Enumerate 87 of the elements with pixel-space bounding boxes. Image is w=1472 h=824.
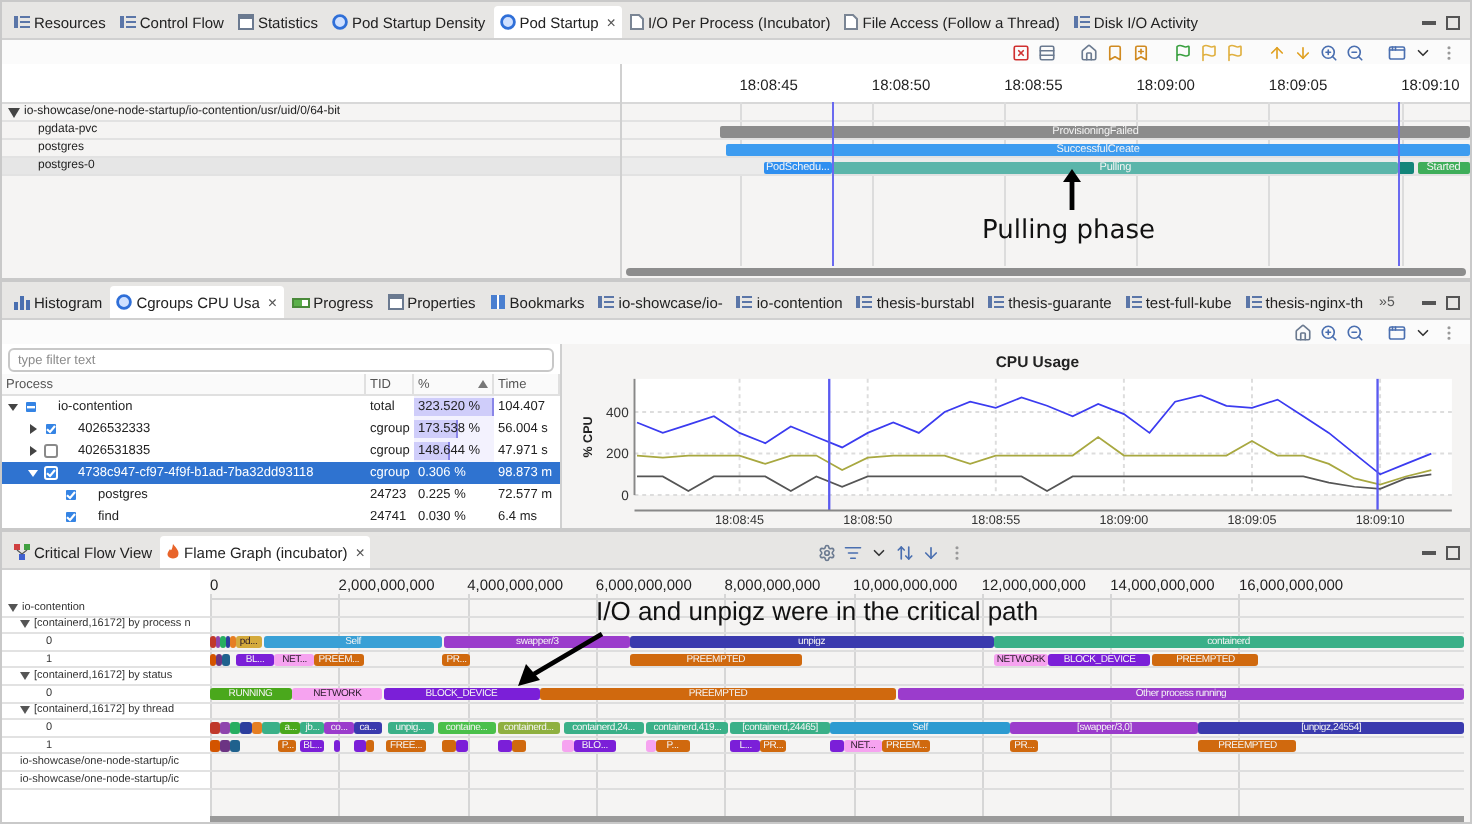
flame-bar[interactable]: [498, 739, 512, 752]
flame-bar[interactable]: [220, 722, 231, 735]
minimize-icon[interactable]: [1422, 545, 1437, 559]
flame-bar[interactable]: [442, 739, 457, 752]
flame-bar[interactable]: [222, 653, 230, 666]
flame-bar[interactable]: [251, 722, 262, 735]
flame-bar[interactable]: [230, 722, 241, 735]
expand-icon[interactable]: [8, 603, 18, 612]
home-icon[interactable]: [1294, 323, 1312, 341]
flame-bar[interactable]: [829, 739, 844, 752]
progress-icon: [291, 295, 310, 309]
zoom-out-icon[interactable]: [1346, 43, 1364, 61]
zoom-out-icon[interactable]: [1346, 323, 1364, 341]
checkbox[interactable]: [44, 444, 58, 458]
zoom-in-icon[interactable]: [1320, 43, 1338, 61]
sort-icon: [478, 380, 488, 388]
list-icon: [14, 14, 30, 30]
flame-bar[interactable]: [215, 636, 221, 649]
sort-icon[interactable]: [896, 543, 915, 561]
flame-bar[interactable]: [229, 739, 240, 752]
window-icon: [237, 14, 254, 30]
flame-bar[interactable]: [511, 739, 526, 752]
annotation-arrow: [1062, 168, 1082, 212]
expand-icon[interactable]: [20, 672, 30, 681]
bookmark-icon[interactable]: [1106, 43, 1124, 61]
home-icon[interactable]: [1080, 43, 1098, 61]
maximize-icon[interactable]: [1446, 15, 1460, 29]
book-icon: [489, 294, 506, 310]
list-icon: [1125, 294, 1142, 310]
network-icon: [14, 544, 30, 560]
window-icon: [387, 294, 404, 310]
scrollbar[interactable]: [626, 268, 1466, 276]
bar-chart-icon: [14, 294, 30, 310]
flame-bar[interactable]: [334, 739, 341, 752]
expand-icon[interactable]: [20, 620, 30, 629]
list-icon: [598, 294, 615, 310]
flame-bar[interactable]: [210, 653, 217, 666]
annotation-arrow: [516, 632, 604, 688]
maximize-icon[interactable]: [1446, 545, 1461, 559]
document-icon: [844, 14, 859, 30]
flame-bar[interactable]: [225, 636, 231, 649]
gear-icon[interactable]: [818, 543, 837, 561]
time-cursor[interactable]: [1398, 102, 1401, 266]
time-cursor[interactable]: [832, 102, 835, 266]
window-icon[interactable]: [1388, 43, 1406, 61]
annotation-text: I/O and unpigz were in the critical path: [596, 596, 1039, 626]
list-icon: [856, 294, 873, 310]
flame-bar[interactable]: [240, 722, 252, 735]
expand-icon[interactable]: [28, 468, 38, 478]
bookmark-plus-icon[interactable]: [1132, 43, 1150, 61]
annotation-text: Pulling phase: [982, 216, 1156, 246]
circle-icon: [116, 294, 133, 310]
circle-icon: [499, 14, 516, 30]
time-cursor[interactable]: [828, 378, 831, 511]
circle-icon: [331, 14, 348, 30]
expand-icon[interactable]: [8, 402, 18, 412]
chart-title: CPU Usage: [995, 353, 1080, 372]
flame-bar[interactable]: [219, 739, 230, 752]
x-square-icon[interactable]: [1012, 43, 1030, 61]
flame-bar[interactable]: [210, 722, 221, 735]
filter-icon[interactable]: [844, 543, 863, 561]
flame-bar[interactable]: [365, 739, 374, 752]
expand-icon[interactable]: [28, 424, 38, 434]
list-icon: [119, 14, 136, 30]
flame-bar[interactable]: [210, 636, 216, 649]
flame-bar[interactable]: [456, 739, 469, 752]
arrow-down-icon[interactable]: [922, 543, 941, 561]
flame-bar[interactable]: [216, 653, 223, 666]
document-icon: [629, 14, 644, 30]
close-button[interactable]: ×: [263, 293, 278, 311]
maximize-icon[interactable]: [1446, 295, 1460, 309]
list-icon: [736, 294, 753, 310]
list-icon: [1073, 14, 1090, 30]
expand-icon[interactable]: [28, 446, 38, 456]
flame-bar[interactable]: [210, 739, 220, 752]
flame-bar[interactable]: [354, 739, 366, 752]
minimize-icon[interactable]: [1422, 295, 1436, 309]
list-icon: [1245, 294, 1262, 310]
expand-icon[interactable]: [20, 706, 30, 715]
flame-icon: [166, 544, 181, 560]
minimize-icon[interactable]: [1422, 15, 1436, 29]
close-button[interactable]: ×: [602, 13, 616, 31]
list-icon: [988, 294, 1005, 310]
zoom-in-icon[interactable]: [1320, 323, 1338, 341]
close-button[interactable]: ×: [351, 543, 365, 561]
window-icon[interactable]: [1388, 323, 1406, 341]
rows-icon[interactable]: [1038, 43, 1056, 61]
